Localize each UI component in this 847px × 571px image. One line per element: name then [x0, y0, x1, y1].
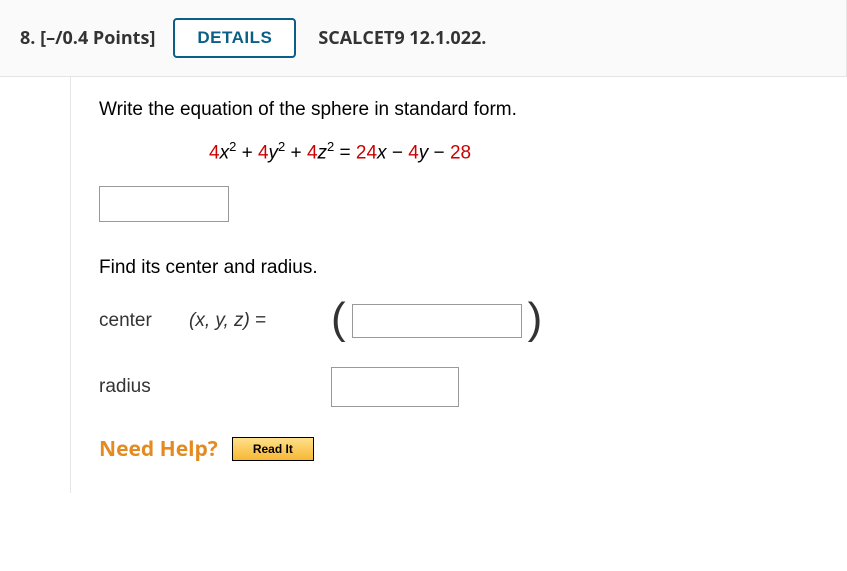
standard-form-input[interactable]	[99, 186, 229, 222]
prompt-text: Write the equation of the sphere in stan…	[99, 99, 819, 121]
question-header: 8. [–/0.4 Points] DETAILS SCALCET9 12.1.…	[0, 0, 847, 77]
center-xyz: (x, y, z) =	[189, 310, 319, 332]
equation-display: 4x2 + 4y2 + 4z2 = 24x − 4y − 28	[99, 139, 819, 164]
paren-left-icon: (	[331, 297, 346, 341]
center-label: center	[99, 310, 189, 332]
paren-right-icon: )	[528, 297, 543, 341]
radius-row: radius	[99, 367, 819, 407]
center-row: center (x, y, z) = ( )	[99, 299, 819, 343]
center-input[interactable]	[352, 304, 522, 338]
radius-input[interactable]	[331, 367, 459, 407]
need-help-label: Need Help?	[99, 435, 218, 463]
help-row: Need Help? Read It	[99, 435, 819, 463]
prompt2-text: Find its center and radius.	[99, 257, 819, 279]
read-it-button[interactable]: Read It	[232, 437, 314, 461]
question-content: Write the equation of the sphere in stan…	[70, 77, 847, 493]
details-button[interactable]: DETAILS	[173, 18, 296, 58]
question-reference: SCALCET9 12.1.022.	[318, 26, 486, 50]
radius-label: radius	[99, 376, 189, 398]
question-number: 8. [–/0.4 Points]	[20, 26, 155, 50]
